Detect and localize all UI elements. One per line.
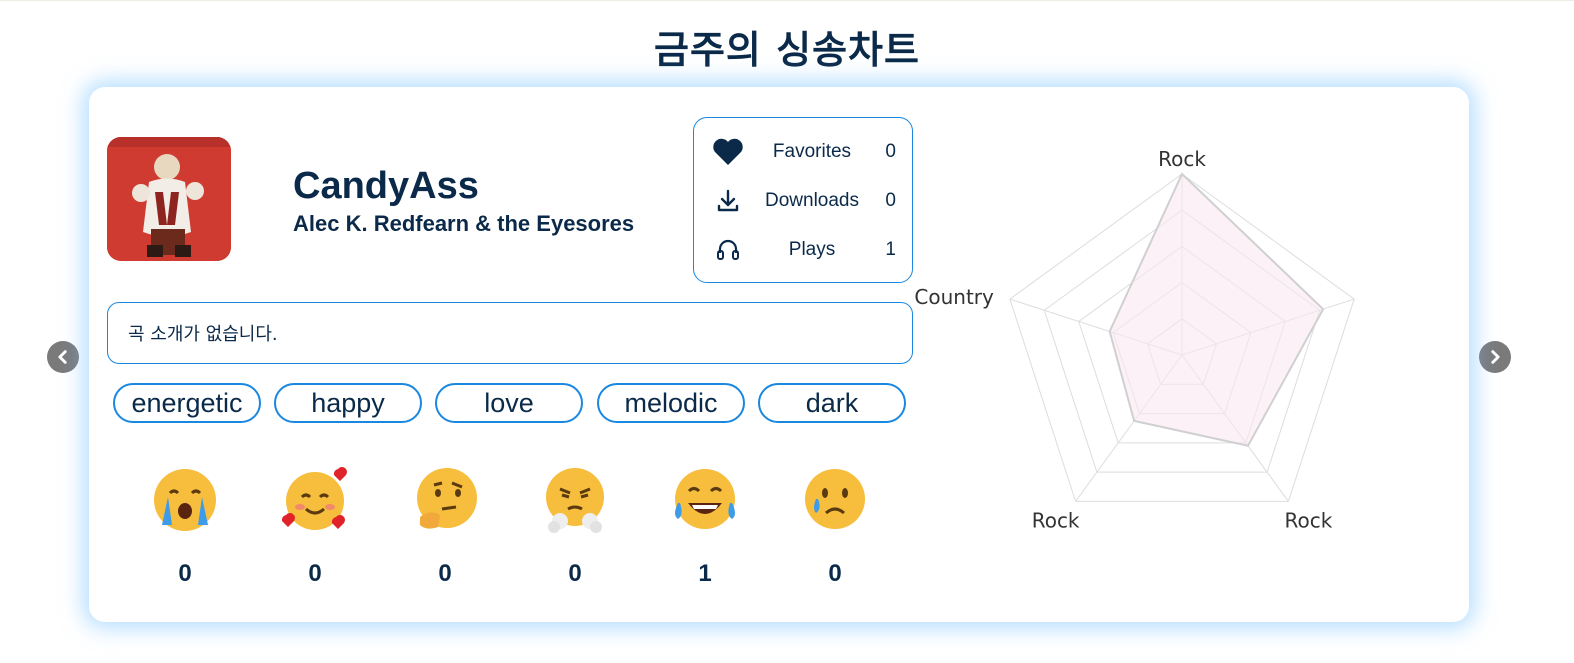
reaction-sad[interactable]: 0 — [795, 465, 875, 588]
tag-love[interactable]: love — [435, 383, 583, 423]
reaction-count: 0 — [308, 560, 322, 587]
song-title: CandyAss — [293, 165, 479, 207]
album-art — [107, 137, 231, 261]
stats-panel: Favorites 0 Downloads 0 Plays 1 — [693, 117, 913, 283]
radar-axis-label: Rock — [1032, 508, 1080, 532]
song-intro-text: 곡 소개가 없습니다. — [128, 324, 278, 345]
stat-label: Plays — [788, 239, 836, 260]
thinking-face-icon — [417, 468, 477, 529]
reaction-count: 0 — [178, 560, 192, 587]
stat-value: 1 — [885, 239, 896, 260]
stat-value: 0 — [885, 141, 896, 162]
sad-tear-face-icon — [805, 469, 865, 529]
steam-from-nose-face-icon — [546, 468, 604, 533]
reaction-count: 1 — [698, 560, 712, 587]
radar-axis-label: Country — [914, 285, 994, 309]
crying-face-icon — [154, 469, 216, 531]
reaction-steam[interactable]: 0 — [535, 465, 615, 588]
stat-label: Favorites — [772, 141, 852, 162]
chevron-left-icon — [58, 350, 67, 364]
chevron-right-icon — [1491, 350, 1500, 364]
stat-downloads[interactable]: Downloads 0 — [694, 186, 914, 216]
reaction-love[interactable]: 0 — [275, 465, 355, 588]
next-button[interactable] — [1479, 341, 1511, 373]
stat-label: Downloads — [765, 190, 859, 211]
song-artist: Alec K. Redfearn & the Eyesores — [293, 211, 635, 236]
reaction-count: 0 — [568, 560, 582, 587]
song-intro: 곡 소개가 없습니다. — [107, 302, 913, 364]
radar-series-area — [1108, 172, 1325, 447]
reaction-count: 0 — [438, 560, 452, 587]
radar-axis-label: Rock — [1158, 147, 1206, 171]
reaction-crying[interactable]: 0 — [145, 465, 225, 588]
radar-axis-label: Rock — [1284, 508, 1332, 532]
headphones-icon — [712, 235, 744, 265]
heart-icon — [712, 137, 744, 167]
tears-of-joy-face-icon — [675, 469, 735, 529]
song-card: CandyAss Alec K. Redfearn & the Eyesores… — [89, 87, 1469, 622]
tag-energetic[interactable]: energetic — [113, 383, 261, 423]
reaction-thinking[interactable]: 0 — [405, 465, 485, 588]
previous-button[interactable] — [47, 341, 79, 373]
smiling-face-with-hearts-icon — [281, 467, 347, 530]
stat-value: 0 — [885, 190, 896, 211]
stat-favorites[interactable]: Favorites 0 — [694, 137, 914, 167]
tag-happy[interactable]: happy — [274, 383, 422, 423]
genre-radar-chart: RockRockRockRockCountry — [914, 147, 1355, 532]
tag-dark[interactable]: dark — [758, 383, 906, 423]
stat-plays[interactable]: Plays 1 — [694, 235, 914, 265]
reaction-count: 0 — [828, 560, 842, 587]
tag-list: energetic happy love melodic dark — [113, 383, 913, 423]
tag-melodic[interactable]: melodic — [597, 383, 745, 423]
reaction-laughing[interactable]: 1 — [665, 465, 745, 588]
page-title: 금주의 싱송차트 — [654, 28, 920, 72]
download-icon — [712, 186, 744, 216]
